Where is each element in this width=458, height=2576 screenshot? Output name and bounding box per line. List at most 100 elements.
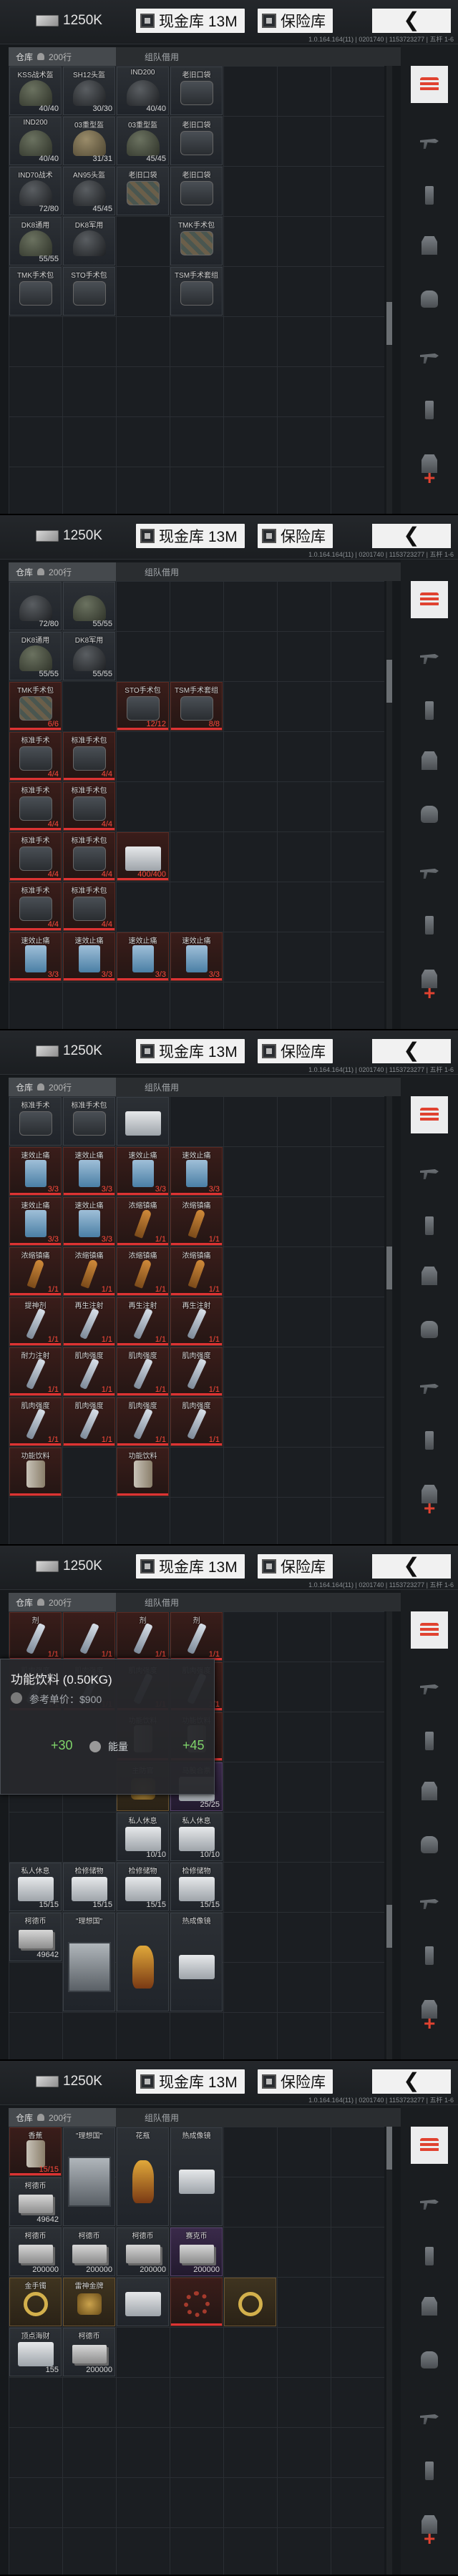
item-slot[interactable]: 速效止痛 3/3 — [9, 932, 62, 981]
cash-vault-button[interactable]: 现金库 13M — [136, 1039, 245, 1063]
category-weapons[interactable] — [411, 2184, 448, 2221]
add-icon[interactable]: + — [424, 1497, 435, 1520]
item-slot[interactable]: 检修储物 15/15 — [63, 1863, 115, 1911]
item-slot[interactable]: 赛克币 200000 — [170, 2228, 223, 2276]
item-slot[interactable]: 私人休息 15/15 — [9, 1863, 62, 1911]
item-slot[interactable]: 标准手术包 4/4 — [63, 832, 115, 881]
item-slot[interactable]: 热成像镜 — [170, 2127, 223, 2226]
item-slot[interactable]: 速效止痛 3/3 — [117, 1147, 169, 1196]
category-weapons[interactable] — [411, 1883, 448, 1921]
tab-warehouse[interactable]: 仓库 200行 — [9, 2108, 116, 2127]
category-magazine[interactable] — [411, 1207, 448, 1244]
item-slot[interactable]: 标准手术 — [9, 1097, 62, 1146]
item-slot[interactable]: 标准手术 4/4 — [9, 732, 62, 781]
item-slot[interactable]: 肌肉强度1/1 — [63, 1347, 115, 1396]
tab-warehouse[interactable]: 仓库 200行 — [9, 1078, 116, 1096]
item-slot[interactable]: 速效止痛 3/3 — [170, 932, 223, 981]
safe-box-button[interactable]: 保险库 — [258, 524, 333, 548]
item-slot[interactable]: 顶点海财 155 — [9, 2328, 62, 2376]
tab-team-borrow[interactable]: 组队借用 — [145, 51, 179, 63]
back-button[interactable]: ❮ — [372, 1554, 451, 1579]
item-slot[interactable]: 剂 1/1 — [9, 1612, 62, 1661]
item-slot[interactable]: 柯德币 49642 — [9, 2177, 62, 2226]
category-magazine[interactable] — [411, 1937, 448, 1974]
item-slot[interactable]: 功能饮料 — [9, 1448, 62, 1496]
item-slot[interactable]: 耐力注射 1/1 — [9, 1347, 62, 1396]
safe-box-button[interactable]: 保险库 — [258, 2069, 333, 2094]
item-slot[interactable]: 剂 1/1 — [170, 1612, 223, 1661]
tab-warehouse[interactable]: 仓库 200行 — [9, 562, 116, 581]
item-slot[interactable] — [224, 2278, 276, 2326]
item-slot[interactable]: 私人休息 10/10 — [117, 1813, 169, 1861]
category-magazine[interactable] — [411, 177, 448, 214]
item-slot[interactable]: KSS战术盔 40/40 — [9, 67, 62, 115]
tab-warehouse[interactable]: 仓库 200行 — [9, 47, 116, 66]
item-slot[interactable] — [170, 2278, 223, 2326]
scrollbar-thumb[interactable] — [386, 1246, 392, 1289]
item-slot[interactable]: DK8通用 55/55 — [9, 632, 62, 680]
category-gear[interactable] — [411, 2341, 448, 2379]
item-slot[interactable]: 柯德币 49642 — [9, 1913, 62, 1961]
category-armor[interactable] — [411, 227, 448, 264]
item-slot[interactable]: 香蕉 15/15 — [9, 2127, 62, 2176]
item-slot[interactable]: TMK手术包 — [170, 217, 223, 265]
item-slot[interactable]: 再生注射 1/1 — [63, 1297, 115, 1346]
item-slot[interactable]: TSM手术套组 8/8 — [170, 682, 223, 731]
tab-team-borrow[interactable]: 组队借用 — [145, 1081, 179, 1093]
tab-team-borrow[interactable]: 组队借用 — [145, 566, 179, 578]
item-slot[interactable]: 标准手术包 4/4 — [63, 782, 115, 831]
item-slot[interactable]: 55/55 — [63, 582, 115, 630]
scrollbar[interactable] — [386, 581, 392, 1029]
item-slot[interactable]: 老旧口袋 — [170, 117, 223, 165]
scrollbar-thumb[interactable] — [386, 660, 392, 703]
category-all-items[interactable] — [411, 2127, 448, 2164]
item-slot[interactable]: 浓缩镇痛 1/1 — [9, 1247, 62, 1296]
item-slot[interactable]: 浓缩镇痛 1/1 — [63, 1247, 115, 1296]
category-magazine[interactable] — [411, 1722, 448, 1760]
item-slot[interactable]: STO手术包 — [63, 267, 115, 316]
item-slot[interactable]: 03重型盔 31/31 — [63, 117, 115, 165]
category-magazine[interactable] — [411, 2452, 448, 2489]
add-icon[interactable]: + — [424, 2527, 435, 2550]
add-icon[interactable]: + — [424, 467, 435, 489]
back-button[interactable]: ❮ — [372, 2069, 451, 2094]
item-slot[interactable]: 速效止痛 3/3 — [9, 1147, 62, 1196]
tab-warehouse[interactable]: 仓库 200行 — [9, 1593, 116, 1611]
item-slot[interactable]: 速效止痛 3/3 — [63, 1147, 115, 1196]
category-gear[interactable] — [411, 1311, 448, 1348]
item-slot[interactable]: 浓缩镇痛 1/1 — [117, 1247, 169, 1296]
item-slot[interactable]: 03重型盔 45/45 — [117, 117, 169, 165]
item-slot[interactable]: 雷神金牌 — [63, 2278, 115, 2326]
item-slot[interactable]: 柯德币 200000 — [117, 2228, 169, 2276]
back-button[interactable]: ❮ — [372, 1039, 451, 1063]
item-slot[interactable]: AN95头盔 45/45 — [63, 167, 115, 215]
item-slot[interactable] — [117, 1913, 169, 2011]
item-slot[interactable]: 老旧口袋 — [170, 67, 223, 115]
item-slot[interactable]: 标准手术包 — [63, 1097, 115, 1146]
item-slot[interactable]: 再生注射 1/1 — [170, 1297, 223, 1346]
item-slot[interactable] — [117, 1097, 169, 1146]
cash-vault-button[interactable]: 现金库 13M — [136, 9, 245, 33]
item-slot[interactable]: 浓缩镇痛 1/1 — [117, 1197, 169, 1246]
category-all-items[interactable] — [411, 1096, 448, 1133]
category-magazine[interactable] — [411, 692, 448, 729]
scrollbar[interactable] — [386, 1611, 392, 2059]
scrollbar-thumb[interactable] — [386, 2127, 392, 2170]
item-slot[interactable]: 速效止痛 3/3 — [117, 932, 169, 981]
safe-box-button[interactable]: 保险库 — [258, 9, 333, 33]
category-weapons[interactable] — [411, 2399, 448, 2436]
tab-team-borrow[interactable]: 组队借用 — [145, 2112, 179, 2124]
item-slot[interactable]: 热成像镜 — [170, 1913, 223, 2011]
item-slot[interactable]: 检修储物 15/15 — [117, 1863, 169, 1911]
item-slot[interactable]: 标准手术 4/4 — [9, 882, 62, 931]
scrollbar-thumb[interactable] — [386, 302, 392, 345]
item-slot[interactable]: 1/1 — [63, 1612, 115, 1661]
item-slot[interactable]: SH12头盔 30/30 — [63, 67, 115, 115]
category-all-items[interactable] — [411, 581, 448, 618]
category-all-items[interactable] — [411, 1611, 448, 1649]
item-slot[interactable]: IND70战术 72/80 — [9, 167, 62, 215]
tab-team-borrow[interactable]: 组队借用 — [145, 1596, 179, 1609]
cash-vault-button[interactable]: 现金库 13M — [136, 1554, 245, 1579]
item-slot[interactable]: 柯德币 200000 — [63, 2228, 115, 2276]
item-slot[interactable]: 肌肉强度1/1 — [117, 1347, 169, 1396]
